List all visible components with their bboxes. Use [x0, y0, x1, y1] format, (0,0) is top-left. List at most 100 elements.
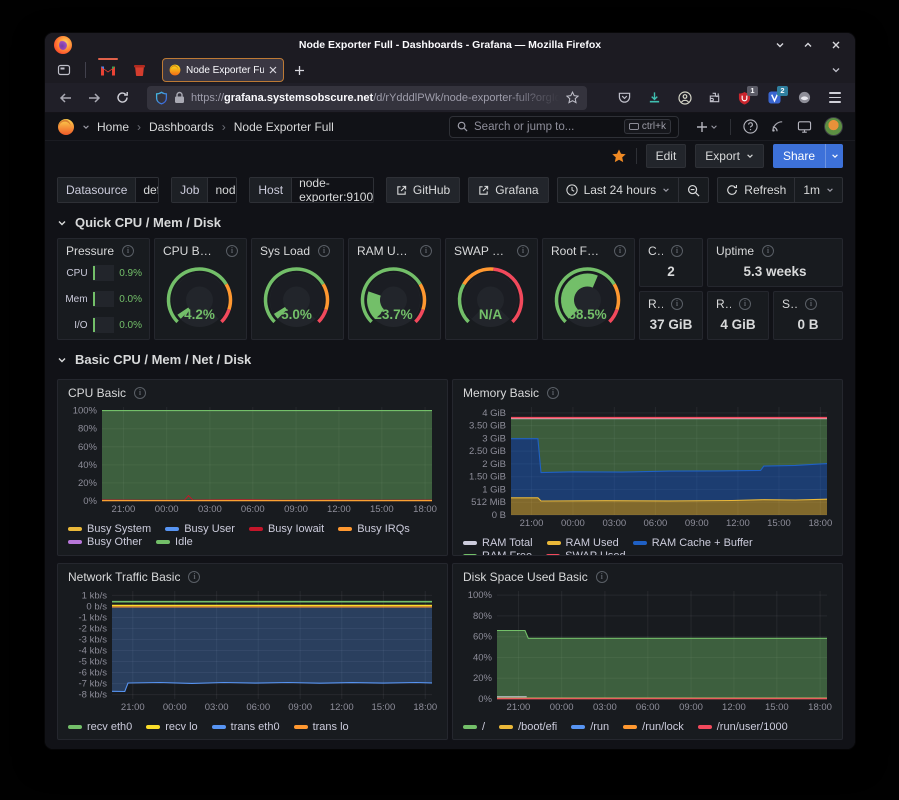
legend-item[interactable]: Busy System — [68, 523, 151, 535]
legend-item[interactable]: /run/lock — [623, 721, 684, 733]
info-icon[interactable]: i — [122, 245, 134, 257]
panel-title[interactable]: Uptime — [716, 244, 754, 258]
disk-plot[interactable]: 0%20%40%60%80%100%21:0000:0003:0006:0009… — [463, 587, 832, 714]
panel-title[interactable]: CPU Basic — [68, 386, 126, 400]
info-icon[interactable]: i — [671, 298, 683, 310]
extension-puzzle-icon[interactable] — [702, 86, 727, 110]
grafana-logo-icon[interactable] — [57, 118, 75, 136]
cpu-basic-chart[interactable]: 0%20%40%60%80%100%21:0000:0003:0006:0009… — [68, 403, 437, 521]
panel-title[interactable]: Sys Load — [260, 244, 310, 258]
pinned-tab-red[interactable] — [125, 58, 153, 82]
share-menu-chevron[interactable] — [825, 144, 843, 168]
panel-title[interactable]: Disk Space Used Basic — [463, 570, 588, 584]
panel-title[interactable]: CPU Cores — [648, 244, 663, 258]
info-icon[interactable]: i — [134, 387, 146, 399]
favorite-star-icon[interactable] — [611, 148, 627, 164]
info-icon[interactable]: i — [739, 298, 751, 310]
network-plot[interactable]: 1 kb/s0 b/s-1 kb/s-2 kb/s-3 kb/s-4 kb/s-… — [68, 587, 437, 714]
legend-item[interactable]: /run — [571, 721, 609, 733]
grafana-link-button[interactable]: Grafana — [468, 177, 548, 203]
org-switcher-chevron-icon[interactable] — [82, 123, 90, 131]
info-icon[interactable]: i — [517, 245, 529, 257]
tab-close-icon[interactable] — [269, 66, 277, 74]
firefox-view-button[interactable] — [51, 59, 77, 81]
info-icon[interactable]: i — [226, 245, 238, 257]
section-quick-cpu-mem-disk[interactable]: Quick CPU / Mem / Disk — [45, 206, 855, 235]
close-window-button[interactable] — [825, 35, 847, 55]
panel-title[interactable]: RootFS Total — [648, 297, 663, 311]
url-bar[interactable]: https://grafana.systemsobscure.net/d/rYd… — [147, 86, 587, 110]
breadcrumb-dashboards[interactable]: Dashboards — [149, 120, 214, 134]
info-icon[interactable]: i — [614, 245, 626, 257]
pinned-tab-gmail[interactable] — [94, 58, 122, 82]
legend-item[interactable]: Busy Other — [68, 536, 142, 548]
legend-item[interactable]: RAM Free — [463, 550, 532, 556]
tracking-protection-shield-icon[interactable] — [155, 91, 168, 105]
account-icon[interactable] — [672, 86, 697, 110]
legend-item[interactable]: / — [463, 721, 485, 733]
time-range-picker[interactable]: Last 24 hours — [558, 178, 679, 202]
panel-title[interactable]: SWAP Used — [454, 244, 509, 258]
info-icon[interactable]: i — [547, 387, 559, 399]
datasource-select[interactable]: default — [135, 178, 159, 202]
gray-extension-icon[interactable] — [792, 86, 817, 110]
panel-title[interactable]: Root FS Used — [551, 244, 606, 258]
memory-basic-chart[interactable]: 0 B512 MiB1 GiB1.50 GiB2 GiB2.50 GiB3 Gi… — [463, 403, 832, 535]
job-select[interactable]: node — [207, 178, 237, 202]
legend-item[interactable]: Busy Iowait — [249, 523, 324, 535]
disk-space-chart[interactable]: 0%20%40%60%80%100%21:0000:0003:0006:0009… — [463, 587, 832, 719]
legend-item[interactable]: /run/user/1000 — [698, 721, 788, 733]
panel-title[interactable]: RAM Total — [716, 297, 731, 311]
legend-item[interactable]: RAM Used — [547, 537, 619, 549]
legend-item[interactable]: SWAP Used — [546, 550, 626, 556]
legend-item[interactable]: Busy User — [165, 523, 235, 535]
panel-title[interactable]: RAM Used — [357, 244, 412, 258]
info-icon[interactable]: i — [318, 245, 330, 257]
host-select[interactable]: node-exporter:9100 — [291, 178, 374, 202]
section-basic-cpu-mem-net-disk[interactable]: Basic CPU / Mem / Net / Disk — [45, 340, 855, 372]
legend-item[interactable]: recv eth0 — [68, 721, 132, 733]
panel-title[interactable]: CPU Busy — [163, 244, 218, 258]
panel-title[interactable]: Memory Basic — [463, 386, 539, 400]
export-button[interactable]: Export — [695, 144, 764, 168]
search-input[interactable]: Search or jump to... ctrl+k — [449, 116, 679, 138]
cpu-plot[interactable]: 0%20%40%60%80%100%21:0000:0003:0006:0009… — [68, 403, 437, 516]
new-tab-button[interactable] — [287, 59, 311, 81]
ublock-extension-icon[interactable]: 1 — [732, 86, 757, 110]
github-link-button[interactable]: GitHub — [386, 177, 460, 203]
memory-plot[interactable]: 0 B512 MiB1 GiB1.50 GiB2 GiB2.50 GiB3 Gi… — [463, 403, 832, 530]
zoom-out-button[interactable] — [679, 178, 708, 202]
back-button[interactable] — [53, 86, 79, 110]
edit-button[interactable]: Edit — [646, 144, 687, 168]
legend-item[interactable]: RAM Total — [463, 537, 533, 549]
add-new-button[interactable] — [696, 121, 718, 133]
tab-node-exporter-full[interactable]: Node Exporter Full - Dashbo — [162, 58, 284, 82]
legend-item[interactable]: Busy IRQs — [338, 523, 410, 535]
help-icon[interactable] — [743, 119, 758, 134]
refresh-button[interactable]: Refresh — [718, 178, 794, 202]
refresh-interval-select[interactable]: 1m — [795, 178, 842, 202]
legend-item[interactable]: /boot/efi — [499, 721, 557, 733]
info-icon[interactable]: i — [762, 245, 774, 257]
legend-item[interactable]: trans lo — [294, 721, 349, 733]
panel-title[interactable]: Network Traffic Basic — [68, 570, 180, 584]
info-icon[interactable]: i — [420, 245, 432, 257]
info-icon[interactable]: i — [188, 571, 200, 583]
bookmark-star-icon[interactable] — [566, 91, 579, 104]
user-avatar[interactable] — [824, 117, 843, 136]
pocket-icon[interactable] — [612, 86, 637, 110]
kiosk-monitor-icon[interactable] — [797, 120, 812, 134]
news-rss-icon[interactable] — [770, 119, 785, 134]
info-icon[interactable]: i — [596, 571, 608, 583]
blue-extension-icon[interactable]: 2 — [762, 86, 787, 110]
breadcrumb-home[interactable]: Home — [97, 120, 129, 134]
legend-item[interactable]: trans eth0 — [212, 721, 280, 733]
legend-item[interactable]: recv lo — [146, 721, 197, 733]
panel-title[interactable]: Pressure — [66, 244, 114, 258]
network-traffic-chart[interactable]: 1 kb/s0 b/s-1 kb/s-2 kb/s-3 kb/s-4 kb/s-… — [68, 587, 437, 719]
share-button[interactable]: Share — [773, 144, 825, 168]
panel-title[interactable]: SWAP Total — [782, 297, 797, 311]
legend-item[interactable]: RAM Cache + Buffer — [633, 537, 753, 549]
minimize-button[interactable] — [769, 35, 791, 55]
maximize-button[interactable] — [797, 35, 819, 55]
